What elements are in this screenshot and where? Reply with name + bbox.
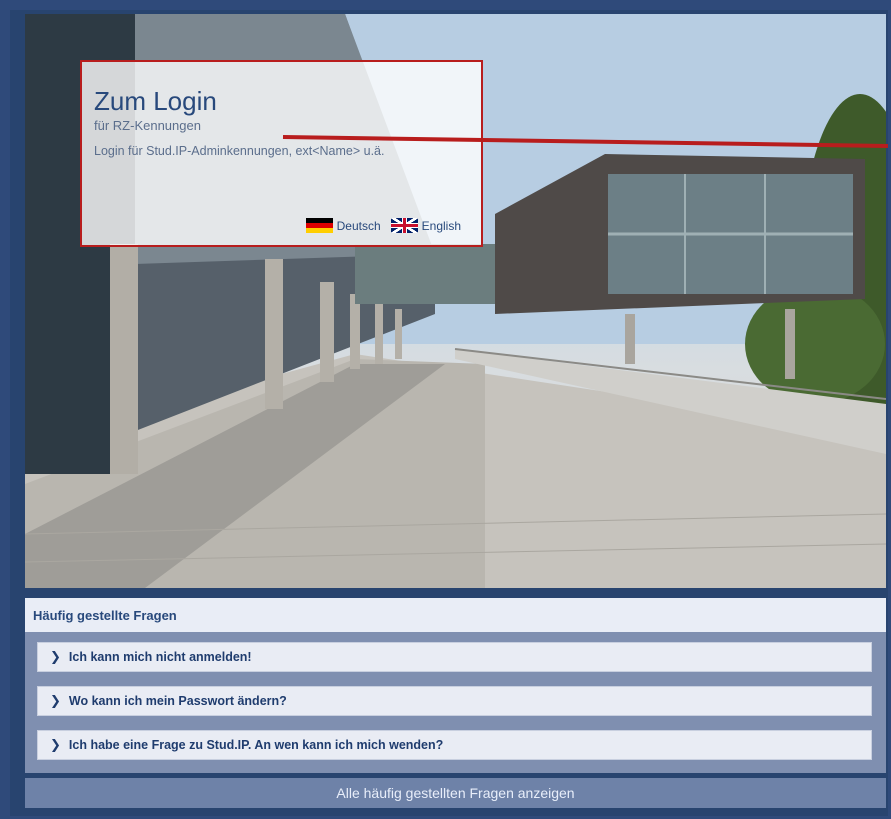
faq-item[interactable]: ❯ Wo kann ich mein Passwort ändern? [37, 686, 872, 716]
uk-flag-icon[interactable] [390, 218, 418, 233]
faq-item-label: Ich kann mich nicht anmelden! [68, 650, 252, 664]
de-flag-icon[interactable] [305, 218, 333, 233]
chevron-right-icon: ❯ [50, 737, 61, 752]
language-selector: Deutsch English [305, 218, 467, 233]
show-all-faq-link[interactable]: Alle häufig gestellten Fragen anzeigen [25, 778, 886, 808]
faq-item[interactable]: ❯ Ich kann mich nicht anmelden! [37, 642, 872, 672]
language-link-english[interactable]: English [422, 219, 461, 233]
language-link-deutsch[interactable]: Deutsch [337, 219, 381, 233]
login-card[interactable]: Zum Login für RZ-Kennungen Login für Stu… [80, 60, 483, 247]
chevron-right-icon: ❯ [50, 649, 61, 664]
faq-item-label: Ich habe eine Frage zu Stud.IP. An wen k… [68, 738, 444, 752]
login-description: Login für Stud.IP-Adminkennungen, ext<Na… [94, 144, 385, 158]
faq-header: Häufig gestellte Fragen [25, 598, 886, 632]
faq-item-label: Wo kann ich mein Passwort ändern? [68, 694, 287, 708]
faq-section: Häufig gestellte Fragen ❯ Ich kann mich … [25, 598, 886, 773]
faq-item[interactable]: ❯ Ich habe eine Frage zu Stud.IP. An wen… [37, 730, 872, 760]
login-title[interactable]: Zum Login [94, 86, 469, 116]
login-subtitle: für RZ-Kennungen [94, 118, 201, 133]
chevron-right-icon: ❯ [50, 693, 61, 708]
